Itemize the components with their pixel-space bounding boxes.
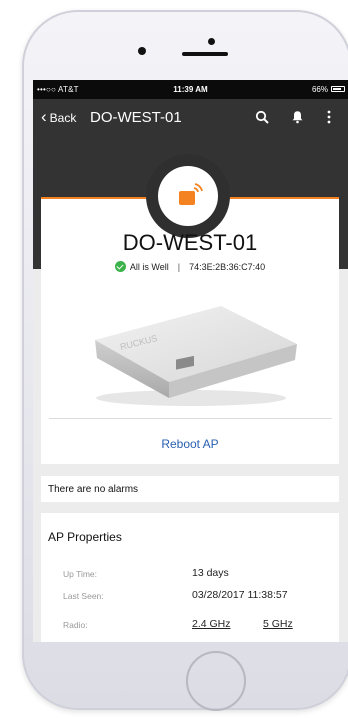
access-point-icon (179, 183, 203, 205)
reboot-ap-button[interactable]: Reboot AP (41, 437, 339, 451)
uptime-label: Up Time: (63, 569, 98, 579)
device-name: DO-WEST-01 (122, 230, 258, 255)
bell-icon[interactable] (291, 110, 304, 124)
ap-properties-card: AP Properties Up Time: 13 days Last Seen… (41, 513, 339, 642)
device-status-row: All is Well | 74:3E:2B:36:C7:40 (41, 261, 339, 272)
last-seen-value: 03/28/2017 11:38:57 (192, 589, 288, 601)
separator: | (177, 261, 181, 272)
check-circle-icon (114, 261, 126, 272)
front-sensor (138, 47, 146, 55)
back-button[interactable]: ‹ Back (41, 107, 77, 126)
device-avatar (158, 166, 218, 226)
uptime-value: 13 days (192, 567, 229, 579)
access-point-image: RUCKUS (95, 306, 297, 406)
battery-icon (331, 86, 345, 92)
chevron-left-icon: ‹ (41, 107, 47, 126)
battery-percent: 66% (311, 85, 328, 94)
ap-properties-title: AP Properties (48, 530, 122, 544)
clock: 11:39 AM (173, 85, 208, 94)
card-divider (49, 418, 332, 419)
radio-24ghz-link[interactable]: 2.4 GHz (192, 618, 231, 630)
page-title: DO-WEST-01 (90, 109, 182, 126)
radio-label: Radio: (63, 620, 88, 630)
more-vert-icon[interactable] (326, 110, 332, 124)
app-bar: ‹ Back DO-WEST-01 (33, 99, 348, 141)
status-bar: •••○○ AT&T 11:39 AM 66% (33, 80, 348, 99)
search-icon[interactable] (255, 110, 269, 124)
alarms-message: There are no alarms (48, 484, 139, 495)
earpiece-speaker (182, 52, 228, 56)
radio-5ghz-link[interactable]: 5 GHz (263, 618, 293, 630)
app-screen: •••○○ AT&T 11:39 AM 66% ‹ Back DO-WEST-0… (33, 80, 348, 642)
alarms-card: There are no alarms (41, 476, 339, 502)
last-seen-label: Last Seen: (63, 591, 104, 601)
front-camera (208, 38, 215, 45)
mac-address: 74:3E:2B:36:C7:40 (189, 261, 266, 272)
status-text: All is Well (129, 261, 169, 272)
home-button[interactable] (186, 651, 246, 711)
back-label: Back (49, 111, 77, 125)
